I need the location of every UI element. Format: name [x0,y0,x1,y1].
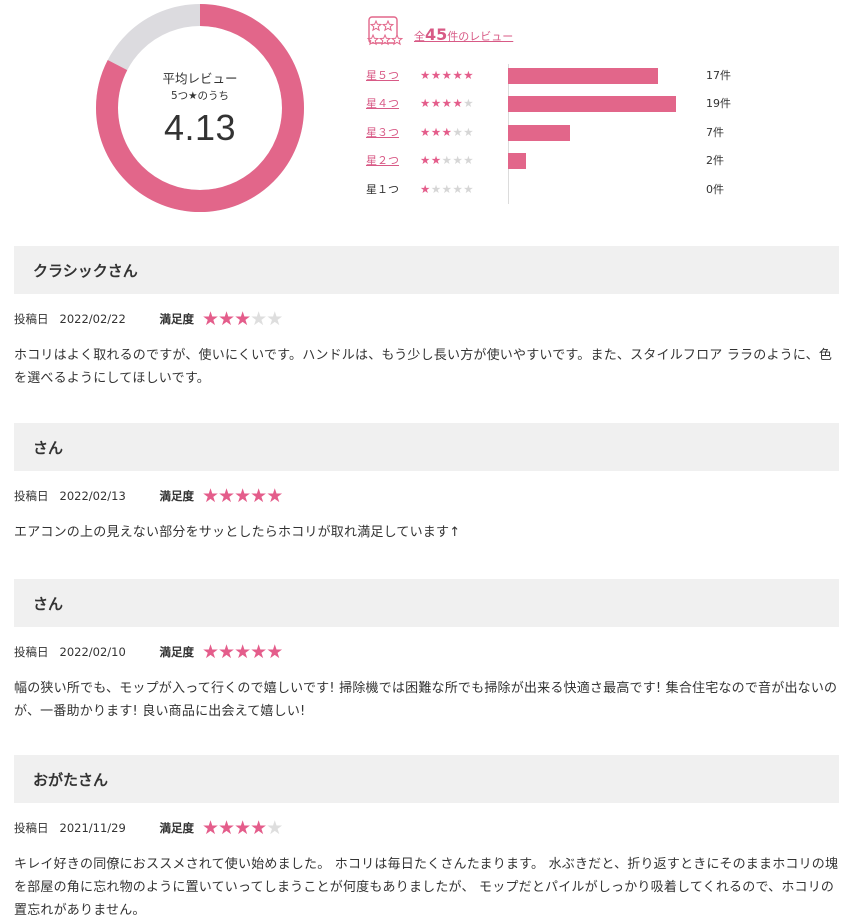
posted-label: 投稿日 [14,645,49,659]
distribution-bar [508,96,676,112]
star-icon: ★ [266,640,283,663]
posted-date: 2022/02/10 [59,645,126,659]
distribution-count: 2件 [706,154,724,167]
rating-stars-icon: ★★★★★ [202,640,283,663]
reviewer-name: さん [14,423,839,471]
all-reviews-link[interactable]: 全45件のレビュー [414,25,513,44]
distribution-label-link: 星１つ [366,183,399,196]
average-subtitle: 5つ★のうち [170,90,230,102]
star-icon: ★ [234,816,251,839]
star-icon: ★ [234,484,251,507]
distribution-stars-icon: ★★★★★ [420,153,475,167]
distribution-stars-icon: ★★★★★ [420,182,475,196]
review-meta: 投稿日 2022/02/10 満足度 ★★★★★ [14,641,839,663]
reviewer-name: おがたさん [14,755,839,803]
star-icon: ★ [266,816,283,839]
posted-date: 2022/02/13 [59,489,126,503]
distribution-row-1: 星１つ ★★★★★ 0件 [366,181,724,197]
review-text: ホコリはよく取れるのですが、使いにくいです。ハンドルは、もう少し長い方が使いやす… [14,348,833,386]
star-icon: ★ [250,484,267,507]
reviewer-name: クラシックさん [14,246,839,294]
rating-stars-icon: ★★★★★ [202,307,283,330]
distribution-row-4: 星４つ ★★★★★ 19件 [366,95,731,112]
distribution-label-link[interactable]: 星３つ [366,124,420,140]
posted-date: 2021/11/29 [59,821,126,835]
distribution-bar [508,125,570,141]
review-item: さん 投稿日 2022/02/13 満足度 ★★★★★ エアコンの上の見えない部分をサッと… [14,423,839,544]
review-item: おがたさん 投稿日 2021/11/29 満足度 ★★★★★ キレイ好きの同僚におススメさ… [14,755,839,922]
review-text: エアコンの上の見えない部分をサッとしたらホコリが取れ満足しています↑ [14,525,461,540]
review-meta: 投稿日 2022/02/13 満足度 ★★★★★ [14,485,839,507]
posted-label: 投稿日 [14,312,49,326]
distribution-count: 0件 [706,183,724,196]
distribution-stars-icon: ★★★★★ [420,96,475,110]
distribution-bar [508,153,526,169]
total-prefix: 全 [414,29,425,43]
star-icon: ★ [250,307,267,330]
star-icon: ★ [218,816,235,839]
star-icon: ★ [234,640,251,663]
satisfaction-label: 満足度 [159,312,195,326]
star-icon: ★ [202,484,219,507]
review-item: さん 投稿日 2022/02/10 満足度 ★★★★★ 幅の狭い所でも、モップが入って行く… [14,579,839,723]
distribution-row-5: 星５つ ★★★★★ 17件 [366,67,731,84]
average-title: 平均レビュー [162,71,238,86]
distribution-row-2: 星２つ ★★★★★ 2件 [366,152,724,169]
reviewer-name: さん [14,579,839,627]
distribution-label-link[interactable]: 星２つ [366,152,420,168]
posted-label: 投稿日 [14,821,49,835]
distribution-label-link[interactable]: 星４つ [366,95,420,111]
star-icon: ★ [202,816,219,839]
review-item: クラシックさん 投稿日 2022/02/22 満足度 ★★★★★ ホコリはよく取れるのです… [14,246,839,390]
total-suffix: 件のレビュー [447,29,514,43]
star-icon: ★ [250,640,267,663]
star-icon: ★ [218,484,235,507]
review-meta: 投稿日 2022/02/22 満足度 ★★★★★ [14,308,839,330]
rating-stars-icon: ★★★★★ [202,484,283,507]
distribution-bar [508,68,659,84]
total-count: 45 [425,24,448,44]
distribution-stars-icon: ★★★★★ [420,125,475,139]
star-icon: ★ [266,307,283,330]
review-text: キレイ好きの同僚におススメされて使い始めました。 ホコリは毎日たくさんたまります… [14,857,839,918]
stars-badge-icon [366,15,406,53]
satisfaction-label: 満足度 [159,489,195,503]
distribution-label-link[interactable]: 星５つ [366,67,420,83]
star-icon: ★ [234,307,251,330]
star-icon: ★ [218,640,235,663]
distribution-row-3: 星３つ ★★★★★ 7件 [366,124,724,141]
review-summary: 平均レビュー 5つ★のうち 4.13 全45件のレビュー 星５つ ★★★★★ 17件… [0,0,849,230]
posted-label: 投稿日 [14,489,49,503]
average-rating-donut: 平均レビュー 5つ★のうち 4.13 [96,4,304,212]
rating-stars-icon: ★★★★★ [202,816,283,839]
distribution-count: 7件 [706,126,724,139]
posted-date: 2022/02/22 [59,312,126,326]
satisfaction-label: 満足度 [159,821,195,835]
star-icon: ★ [202,307,219,330]
distribution-count: 17件 [706,69,731,82]
review-text: 幅の狭い所でも、モップが入って行くので嬉しいです! 掃除機では困難な所でも掃除が… [14,681,838,719]
star-icon: ★ [202,640,219,663]
distribution-count: 19件 [706,97,731,110]
satisfaction-label: 満足度 [159,645,195,659]
distribution-stars-icon: ★★★★★ [420,68,475,82]
average-value: 4.13 [163,107,237,148]
star-icon: ★ [266,484,283,507]
star-icon: ★ [250,816,267,839]
review-meta: 投稿日 2021/11/29 満足度 ★★★★★ [14,817,839,839]
total-reviews: 全45件のレビュー [366,14,513,54]
star-icon: ★ [218,307,235,330]
